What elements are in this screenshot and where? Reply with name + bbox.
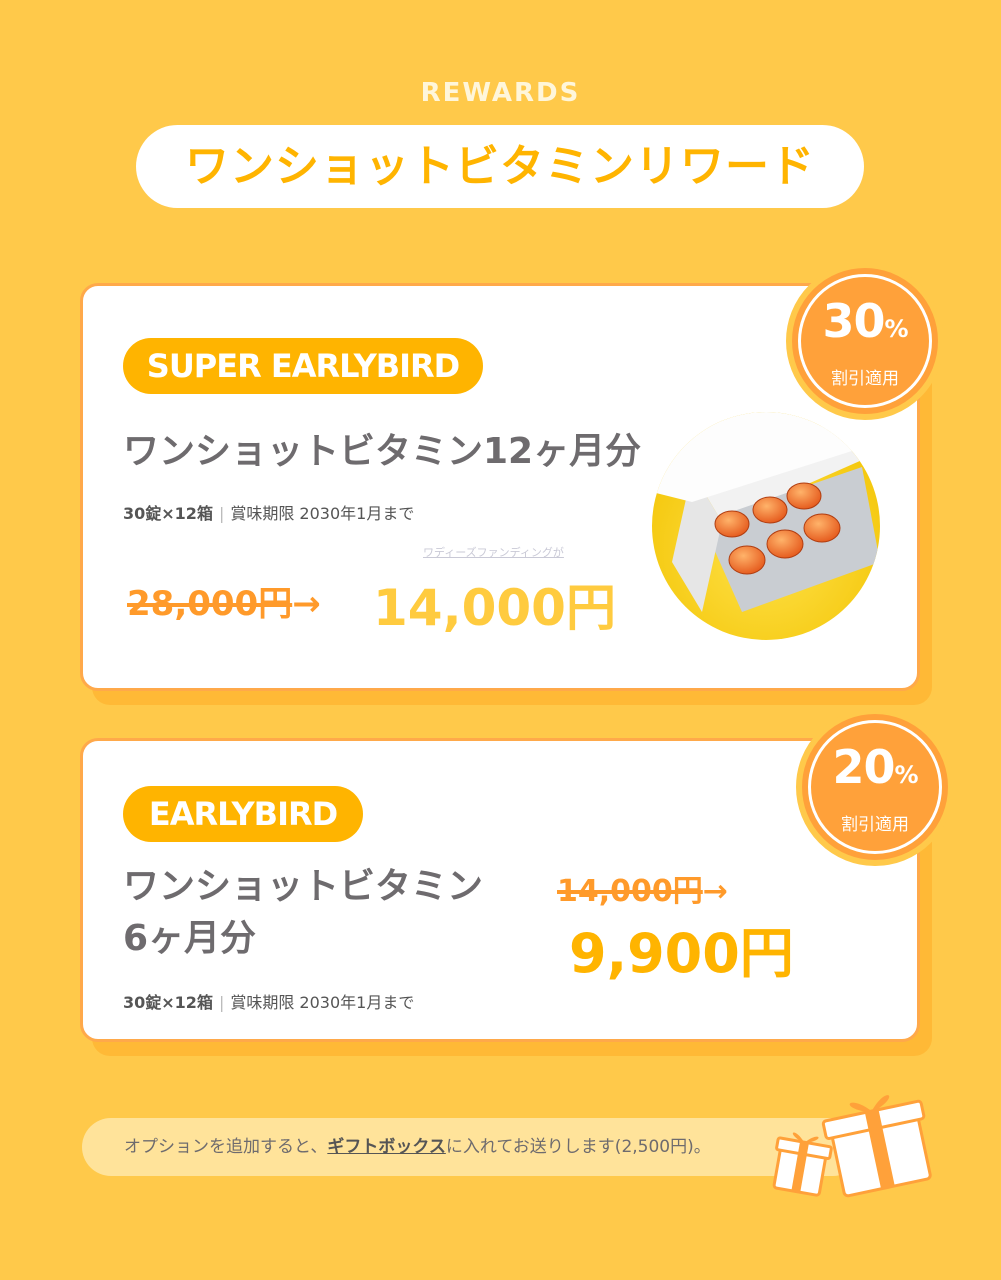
funding-note-link[interactable]: ワディーズファンディングが: [423, 544, 564, 560]
expiry-text: 賞味期限 2030年1月まで: [230, 993, 415, 1012]
tier-label: SUPER EARLYBIRD: [123, 338, 483, 394]
reward-card-earlybird[interactable]: EARLYBIRD ワンショットビタミン 6ヶ月分 14,000円→ 9,900…: [80, 738, 920, 1042]
percent-sign: %: [884, 315, 908, 343]
product-spec: 30錠×12箱 | 賞味期限 2030年1月まで: [123, 993, 415, 1012]
arrow-right-icon: →: [292, 584, 321, 624]
eyebrow-label: REWARDS: [420, 78, 581, 108]
original-price-value: 28,000円: [127, 584, 293, 624]
discount-label: 割引適用: [831, 369, 899, 389]
product-name-line2: 6ヶ月分: [123, 918, 257, 959]
footer-text-after: に入れてお送りします(2,500円)。: [445, 1137, 711, 1157]
product-spec: 30錠×12箱 | 賞味期限 2030年1月まで: [123, 504, 415, 523]
discount-badge-20: 20% 割引適用: [796, 708, 954, 866]
sale-price: 9,900円: [569, 922, 794, 985]
discount-percent: 20: [832, 740, 895, 794]
arrow-right-icon: →: [702, 874, 728, 909]
percent-sign: %: [894, 761, 918, 789]
discount-badge-30: 30% 割引適用: [786, 262, 944, 420]
product-name: ワンショットビタミン12ヶ月分: [123, 431, 642, 472]
discount-label: 割引適用: [841, 815, 909, 835]
footer-text-before: オプションを追加すると、: [124, 1137, 328, 1157]
expiry-text: 賞味期限 2030年1月まで: [230, 504, 415, 523]
original-price: 14,000円→: [557, 866, 728, 910]
quantity-text: 30錠×12箱: [123, 504, 213, 523]
pill-blister-photo: [652, 412, 880, 640]
original-price: 28,000円→: [127, 576, 321, 625]
product-name: ワンショットビタミン 6ヶ月分: [123, 861, 483, 965]
tier-label: EARLYBIRD: [123, 786, 363, 842]
product-name-line1: ワンショットビタミン: [123, 866, 484, 907]
quantity-text: 30錠×12箱: [123, 993, 213, 1012]
original-price-value: 14,000円: [557, 874, 703, 909]
sale-price: 14,000円: [373, 579, 616, 637]
page-title: ワンショットビタミンリワード: [136, 125, 864, 208]
discount-percent: 30: [822, 294, 885, 348]
gift-box-option-note: オプションを追加すると、ギフトボックスに入れてお送りします(2,500円)。: [82, 1118, 862, 1176]
gift-box-link[interactable]: ギフトボックス: [327, 1137, 446, 1157]
gift-box-icon: [766, 1080, 946, 1200]
